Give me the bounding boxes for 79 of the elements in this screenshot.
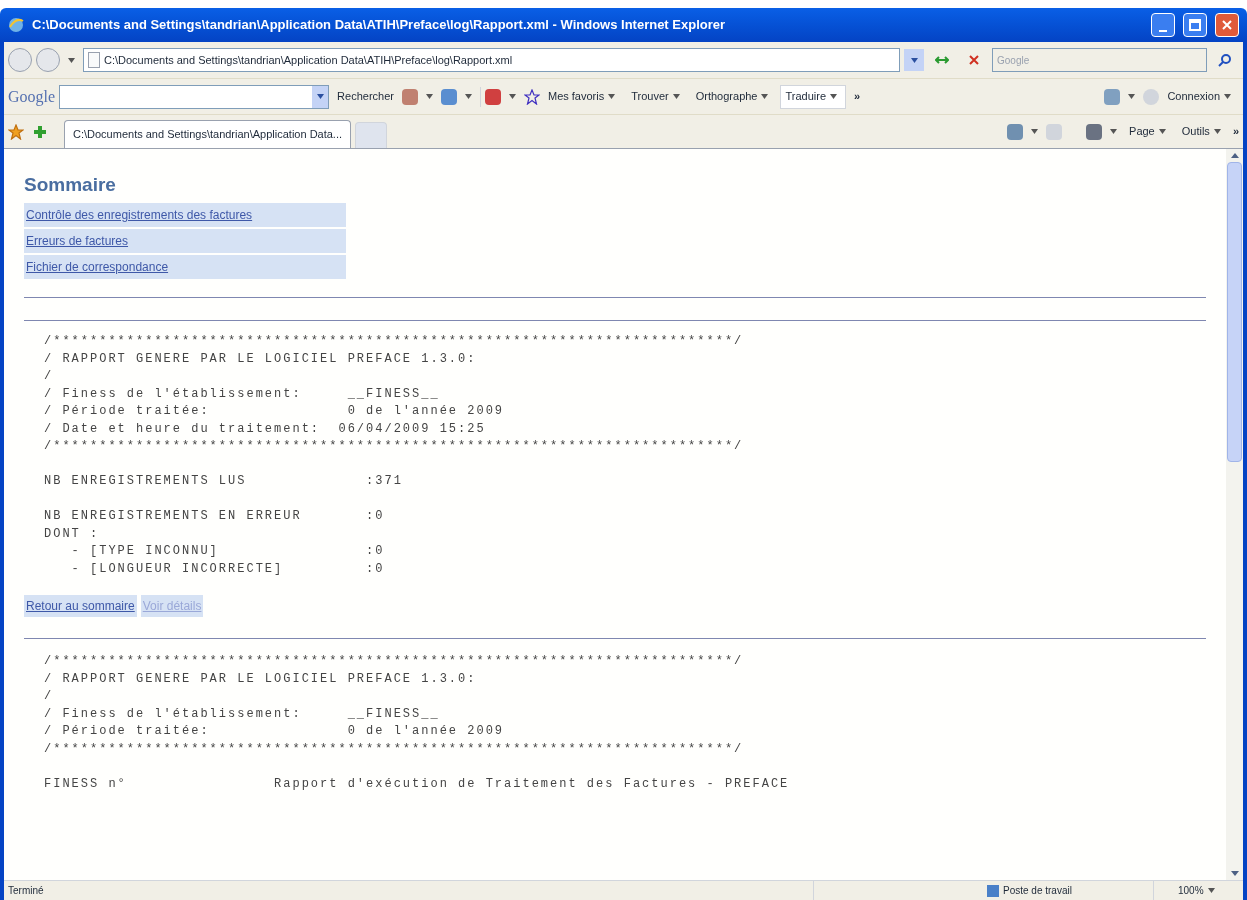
report-line: - [LONGUEUR INCORRECTE] :0 [70, 560, 386, 578]
dropdown-caret-icon[interactable] [672, 94, 680, 99]
toolbar-button[interactable]: Trouver [627, 88, 688, 105]
report-line: FINESS n° Rapport d'exécution de Traitement des Factures - PREFACE [44, 775, 791, 793]
dropdown-caret-icon[interactable] [1158, 129, 1166, 134]
search-button[interactable]: Rechercher [333, 88, 398, 105]
toc-link[interactable]: Fichier de correspondance [24, 255, 346, 279]
close-icon [1222, 20, 1232, 30]
square-icon[interactable] [401, 88, 418, 105]
dropdown-button[interactable] [312, 85, 329, 108]
report-line: /**************************************************************************/ [44, 438, 745, 455]
search-field[interactable]: Google [992, 48, 1207, 72]
report-line: / [44, 368, 55, 385]
scroll-up-icon[interactable] [1230, 153, 1239, 158]
report-link[interactable]: Retour au sommaire [24, 595, 137, 617]
report-line: / Finess de l'établissement: __FINESS__ [44, 705, 441, 723]
report-line: DONT : [44, 525, 101, 543]
dropdown-caret-icon[interactable] [1110, 129, 1118, 134]
more-button[interactable]: » [850, 88, 865, 105]
dropdown-caret-icon[interactable] [1207, 888, 1215, 893]
minimize-button[interactable] [1151, 13, 1175, 37]
dropdown-caret-icon[interactable] [464, 94, 472, 99]
globe-icon [8, 17, 24, 33]
more-button[interactable]: » [1232, 123, 1239, 140]
toc-link[interactable]: Contrôle des enregistrements des factures [24, 203, 346, 227]
dropdown-caret-icon[interactable] [1224, 94, 1231, 99]
dropdown-caret-icon[interactable] [68, 57, 75, 63]
scroll-down-icon[interactable] [1230, 871, 1239, 876]
report-line: /**************************************************************************/ [44, 740, 745, 758]
report-line: / Période traitée: 0 de l'année 2009 [44, 403, 506, 420]
star-icon[interactable] [523, 88, 540, 105]
report-line: / Date et heure du traitement: 06/04/2009 15:25 [44, 420, 487, 438]
arrows-icon [935, 55, 949, 65]
address-field[interactable]: C:\Documents and Settings\tandrian\Application Data\ATIH\Preface\log\Rapport.xml [83, 48, 900, 72]
toolbar-button[interactable]: Traduire [780, 84, 847, 109]
dropdown-button[interactable] [904, 49, 924, 71]
scrollbar[interactable] [1226, 149, 1243, 880]
dropdown-caret-icon[interactable] [1031, 129, 1039, 134]
dropdown-caret-icon[interactable] [1128, 94, 1136, 99]
report-line: NB ENREGISTREMENTS LUS :371 [44, 473, 404, 490]
toolbar-button[interactable]: Orthographe [691, 88, 777, 105]
dropdown-caret-icon[interactable] [761, 94, 769, 99]
page-icon [88, 52, 100, 68]
dropdown-caret-icon [316, 94, 324, 99]
report-line: / RAPPORT GENERE PAR LE LOGICIEL PREFACE 1.3.0: [44, 670, 478, 688]
dropdown-caret-icon [910, 57, 918, 63]
report-line: / Finess de l'établissement: __FINESS__ [44, 385, 441, 403]
maximize-button[interactable] [1183, 13, 1207, 37]
dropdown-caret-icon[interactable] [608, 94, 616, 99]
toc-link[interactable]: Erreurs de factures [24, 229, 346, 253]
dropdown-caret-icon[interactable] [1213, 129, 1221, 134]
command-button[interactable]: Outils [1177, 123, 1229, 140]
zoom-button[interactable]: 100% [1153, 881, 1243, 900]
toolbar-button[interactable]: Mes favoris [543, 88, 624, 105]
favorites-star-icon[interactable] [8, 123, 24, 140]
close-icon [969, 55, 979, 65]
report-line: / Période traitée: 0 de l'année 2009 [44, 723, 506, 740]
report-line: / RAPPORT GENERE PAR LE LOGICIEL PREFACE 1.3.0: [44, 350, 478, 368]
computer-icon [987, 884, 999, 897]
page-heading: Sommaire [24, 173, 117, 197]
report-line: NB ENREGISTREMENTS EN ERREUR :0 [44, 508, 386, 525]
add-favorite-icon[interactable] [32, 123, 48, 140]
dropdown-caret-icon[interactable] [830, 94, 838, 99]
report-line: /**************************************************************************/ [44, 653, 745, 670]
close-button[interactable] [1215, 13, 1239, 37]
window-title: C:\Documents and Settings\tandrian\Application Data\ATIH\Preface\log\Rapport.xml - Windows Internet Explorer [32, 16, 727, 35]
zone-text: Poste de travail [1003, 884, 1073, 898]
search-icon [1218, 53, 1232, 67]
status-text: Terminé [7, 884, 45, 898]
report-line: /**************************************************************************/ [44, 333, 745, 350]
report-line: - [TYPE INCONNU] :0 [70, 543, 386, 560]
browser-tab[interactable]: C:\Documents and Settings\tandrian\Application Data... [64, 120, 352, 148]
connect-button[interactable]: Connexion [1163, 88, 1239, 105]
report-line: / [44, 688, 55, 705]
google-search-field[interactable] [59, 84, 330, 109]
dropdown-caret-icon[interactable] [508, 94, 516, 99]
google-logo: Google [8, 86, 56, 108]
command-button[interactable]: Page [1125, 123, 1174, 140]
dropdown-caret-icon[interactable] [425, 94, 433, 99]
